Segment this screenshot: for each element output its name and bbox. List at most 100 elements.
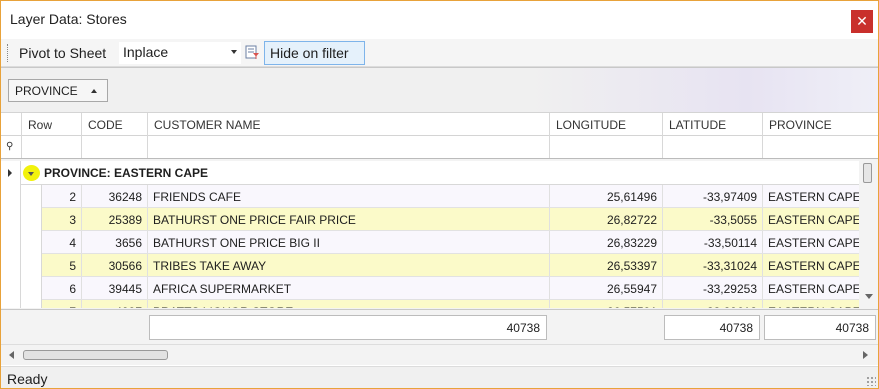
layer-data-window: Layer Data: Stores ✕ Pivot to Sheet Inpl… xyxy=(0,0,879,389)
scroll-right-icon[interactable] xyxy=(863,351,868,359)
table-row[interactable]: 2 36248 FRIENDS CAFE 25,61496 -33,97409 … xyxy=(1,185,859,208)
header-corner xyxy=(1,113,21,136)
row-indent xyxy=(1,254,42,277)
group-chip-label: PROVINCE xyxy=(15,84,78,98)
filter-cell-latitude[interactable] xyxy=(662,136,762,158)
cell-longitude[interactable]: 26,83229 xyxy=(549,231,662,253)
sort-ascending-icon xyxy=(91,89,97,93)
column-header-row-number[interactable]: Row xyxy=(21,113,81,136)
cell-code[interactable]: 36248 xyxy=(81,185,147,207)
table-row[interactable]: 6 39445 AFRICA SUPERMARKET 26,55947 -33,… xyxy=(1,277,859,300)
cell-code[interactable]: 39445 xyxy=(81,277,147,299)
cell-row-number[interactable]: 5 xyxy=(42,254,81,276)
cell-code[interactable]: 25389 xyxy=(81,208,147,230)
cell-province[interactable]: EASTERN CAPE xyxy=(762,254,859,276)
pivot-to-sheet-button[interactable]: Pivot to Sheet xyxy=(15,43,110,63)
filter-cell-longitude[interactable] xyxy=(549,136,662,158)
mode-dropdown[interactable]: Inplace xyxy=(119,42,241,64)
horizontal-scroll-thumb[interactable] xyxy=(23,350,168,360)
cell-latitude[interactable]: -33,50114 xyxy=(662,231,762,253)
cell-longitude[interactable]: 25,61496 xyxy=(549,185,662,207)
cell-longitude[interactable]: 26,55947 xyxy=(549,277,662,299)
group-by-province-chip[interactable]: PROVINCE xyxy=(8,79,108,102)
column-header-province[interactable]: PROVINCE xyxy=(762,113,878,136)
cell-code[interactable]: 30566 xyxy=(81,254,147,276)
close-button[interactable]: ✕ xyxy=(851,10,873,33)
cell-customer-name[interactable]: TRIBES TAKE AWAY xyxy=(147,254,549,276)
cell-code[interactable]: 3656 xyxy=(81,231,147,253)
cell-row-number[interactable]: 4 xyxy=(42,231,81,253)
cell-code[interactable]: 4997 xyxy=(81,300,147,308)
cell-row-number[interactable]: 3 xyxy=(42,208,81,230)
row-indent xyxy=(1,277,42,300)
row-indicator xyxy=(1,185,21,208)
summary-footer: 40738 40738 40738 xyxy=(1,309,878,343)
cell-province[interactable]: EASTERN CAPE xyxy=(762,300,859,308)
filter-cell-code[interactable] xyxy=(81,136,147,158)
grid-rows: PROVINCE: EASTERN CAPE 2 36248 FRIENDS C… xyxy=(1,161,859,308)
chevron-down-icon xyxy=(231,50,237,54)
summary-latitude-count: 40738 xyxy=(664,315,760,340)
data-grid: PROVINCE Row CODE CUSTOMER NAME LONGITUD… xyxy=(1,67,878,365)
filter-cell-province[interactable] xyxy=(762,136,859,158)
cell-longitude[interactable]: 26,57591 xyxy=(549,300,662,308)
row-indent xyxy=(1,185,42,208)
table-row[interactable]: 7 4997 PRATTS LIQUOR STORE 26,57591 -33,… xyxy=(1,300,859,308)
cell-province[interactable]: EASTERN CAPE xyxy=(762,208,859,230)
scroll-down-icon[interactable] xyxy=(865,294,873,299)
row-indicator xyxy=(1,254,21,277)
cell-customer-name[interactable]: AFRICA SUPERMARKET xyxy=(147,277,549,299)
cell-latitude[interactable]: -33,97409 xyxy=(662,185,762,207)
horizontal-scrollbar[interactable] xyxy=(1,344,878,364)
hide-on-filter-button[interactable]: Hide on filter xyxy=(264,41,365,65)
summary-province-count: 40738 xyxy=(764,315,876,340)
cell-row-number[interactable]: 6 xyxy=(42,277,81,299)
filter-row-indicator: ⚲ xyxy=(1,136,21,158)
toolbar-grip-icon[interactable] xyxy=(7,44,9,62)
cell-latitude[interactable]: -33,29253 xyxy=(662,277,762,299)
filter-cell-customer-name[interactable] xyxy=(147,136,549,158)
row-indent xyxy=(1,300,42,308)
row-indicator xyxy=(1,300,21,308)
group-row[interactable]: PROVINCE: EASTERN CAPE xyxy=(1,161,859,185)
group-panel: PROVINCE xyxy=(1,68,878,112)
cell-row-number[interactable]: 2 xyxy=(42,185,81,207)
vertical-scroll-thumb[interactable] xyxy=(863,163,872,183)
table-row[interactable]: 5 30566 TRIBES TAKE AWAY 26,53397 -33,31… xyxy=(1,254,859,277)
current-row-icon xyxy=(8,169,12,177)
column-header-customer-name[interactable]: CUSTOMER NAME xyxy=(147,113,549,136)
column-header-code[interactable]: CODE xyxy=(81,113,147,136)
group-row-label: PROVINCE: EASTERN CAPE xyxy=(44,166,209,180)
row-indicator xyxy=(1,161,21,185)
cell-customer-name[interactable]: BATHURST ONE PRICE BIG II xyxy=(147,231,549,253)
chevron-down-icon xyxy=(28,172,34,176)
table-row[interactable]: 4 3656 BATHURST ONE PRICE BIG II 26,8322… xyxy=(1,231,859,254)
table-row[interactable]: 3 25389 BATHURST ONE PRICE FAIR PRICE 26… xyxy=(1,208,859,231)
column-header-latitude[interactable]: LATITUDE xyxy=(662,113,762,136)
row-indent xyxy=(1,231,42,254)
cell-latitude[interactable]: -33,29613 xyxy=(662,300,762,308)
cell-customer-name[interactable]: BATHURST ONE PRICE FAIR PRICE xyxy=(147,208,549,230)
cell-customer-name[interactable]: PRATTS LIQUOR STORE xyxy=(147,300,549,308)
column-header-longitude[interactable]: LONGITUDE xyxy=(549,113,662,136)
pin-icon: ⚲ xyxy=(6,141,14,152)
scroll-left-icon[interactable] xyxy=(9,351,14,359)
cell-province[interactable]: EASTERN CAPE xyxy=(762,185,859,207)
cell-longitude[interactable]: 26,53397 xyxy=(549,254,662,276)
row-indicator xyxy=(1,277,21,300)
status-bar: Ready xyxy=(1,366,878,388)
cell-province[interactable]: EASTERN CAPE xyxy=(762,231,859,253)
filter-icon[interactable] xyxy=(244,44,260,60)
resize-grip-icon[interactable] xyxy=(866,376,876,386)
cell-longitude[interactable]: 26,82722 xyxy=(549,208,662,230)
filter-cell-row[interactable] xyxy=(21,136,81,158)
cell-latitude[interactable]: -33,31024 xyxy=(662,254,762,276)
vertical-scrollbar[interactable] xyxy=(859,161,878,308)
cell-customer-name[interactable]: FRIENDS CAFE xyxy=(147,185,549,207)
title-bar: Layer Data: Stores ✕ xyxy=(1,1,878,39)
cell-latitude[interactable]: -33,5055 xyxy=(662,208,762,230)
toolbar: Pivot to Sheet Inplace Hide on filter xyxy=(1,39,878,67)
cell-row-number[interactable]: 7 xyxy=(42,300,81,308)
cell-province[interactable]: EASTERN CAPE xyxy=(762,277,859,299)
group-collapse-button[interactable] xyxy=(23,165,40,181)
